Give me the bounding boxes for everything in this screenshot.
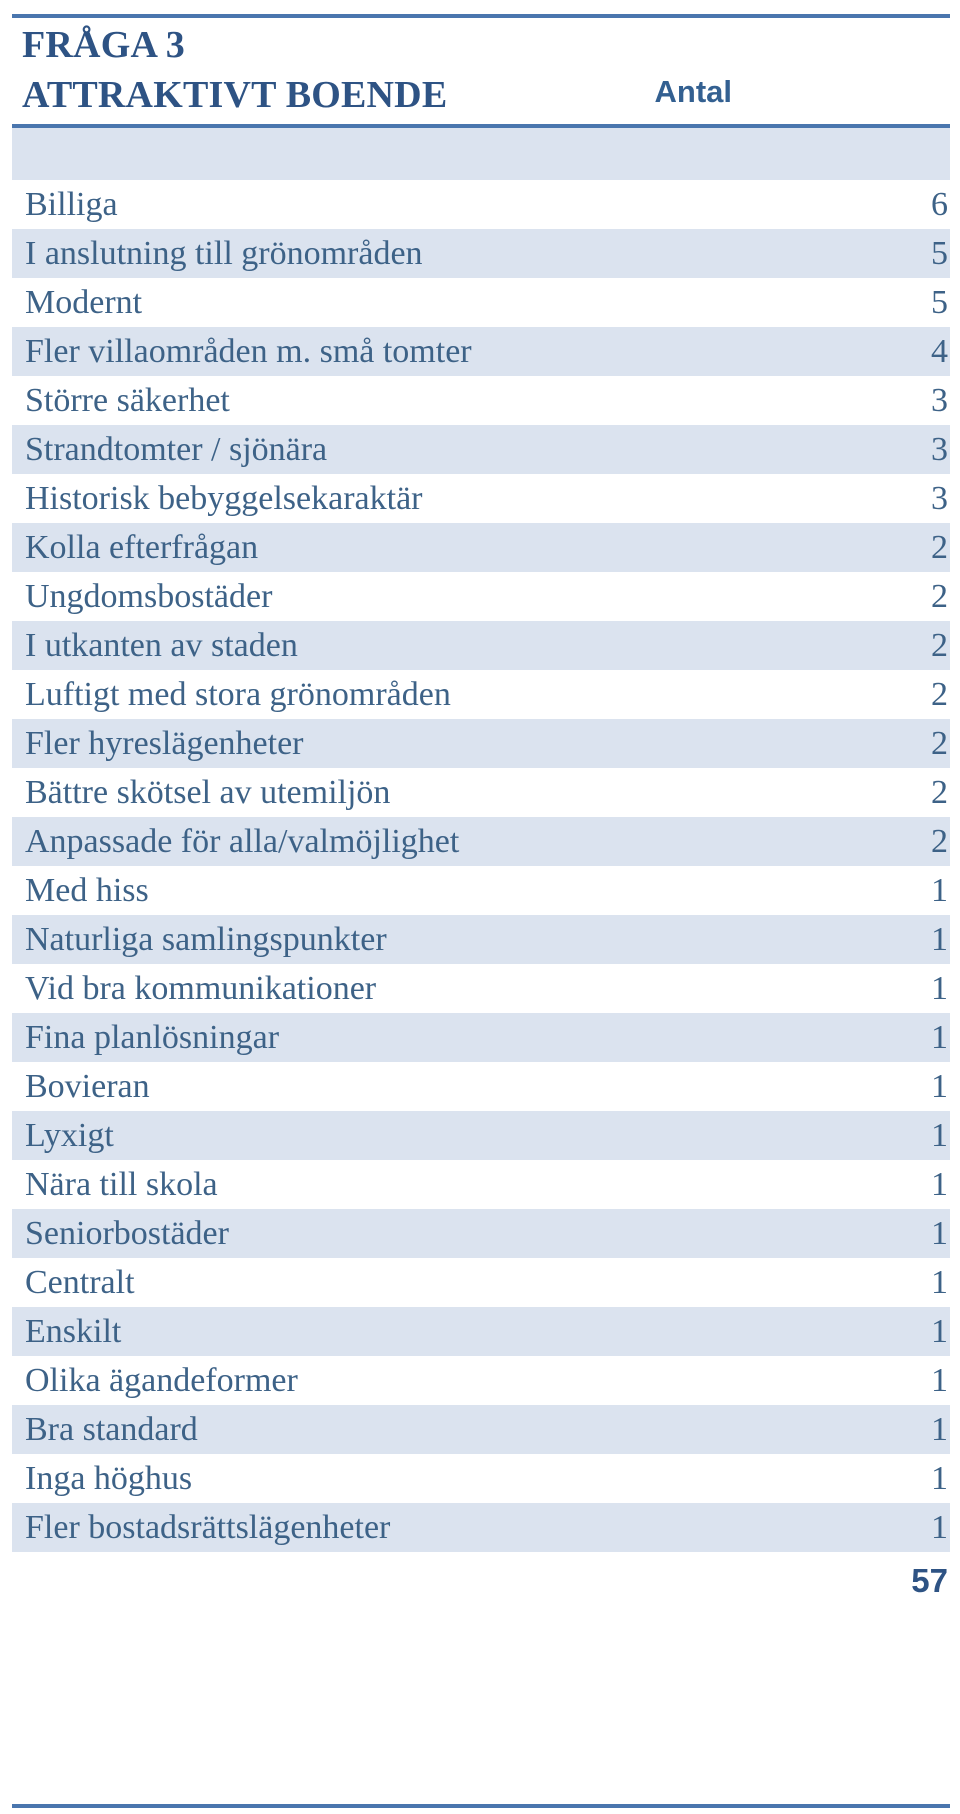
table-row: Kolla efterfrågan 2: [12, 523, 950, 572]
table-top-rule: [12, 14, 950, 18]
table-row: Större säkerhet 3: [12, 376, 950, 425]
table-row-label: Vid bra kommunikationer: [25, 969, 377, 1007]
table-row-value: 1: [931, 1459, 948, 1497]
table-row-label: I utkanten av staden: [25, 626, 298, 664]
question-topic-title: ATTRAKTIVT BOENDE: [22, 74, 448, 116]
table-row: Med hiss 1: [12, 866, 950, 915]
table-row-value: 5: [931, 234, 948, 272]
table-row: Fler hyreslägenheter 2: [12, 719, 950, 768]
table-row: Anpassade för alla/valmöjlighet 2: [12, 817, 950, 866]
table-row-value: 1: [931, 1312, 948, 1350]
table-row: Historisk bebyggelsekaraktär 3: [12, 474, 950, 523]
table-row: Inga höghus 1: [12, 1454, 950, 1503]
table-row-label: Nära till skola: [25, 1165, 218, 1203]
table-row: Luftigt med stora grönområden 2: [12, 670, 950, 719]
table-row-value: 2: [931, 773, 948, 811]
table-row-value: 1: [931, 1263, 948, 1301]
table-row-label: Bättre skötsel av utemiljön: [25, 773, 391, 811]
table-row-label: Olika ägandeformer: [25, 1361, 298, 1399]
table-row-label: Seniorbostäder: [25, 1214, 229, 1252]
table-row-label: Fler villaområden m. små tomter: [25, 332, 472, 370]
table-row-value: 2: [931, 577, 948, 615]
table-row-label: Bra standard: [25, 1410, 198, 1448]
table-row: I utkanten av staden 2: [12, 621, 950, 670]
table-row: Bra standard 1: [12, 1405, 950, 1454]
table-row-value: 1: [931, 1165, 948, 1203]
table-row: Billiga 6: [12, 180, 950, 229]
table-header: FRÅGA 3 ATTRAKTIVT BOENDE Antal: [0, 20, 960, 124]
table-row: Fina planlösningar 1: [12, 1013, 950, 1062]
table-row-value: 1: [931, 1508, 948, 1546]
table-row-value: 1: [931, 920, 948, 958]
table-row-value: 2: [931, 626, 948, 664]
table-row-label: Kolla efterfrågan: [25, 528, 259, 566]
question-number-title: FRÅGA 3: [22, 24, 185, 66]
table-row-label: Anpassade för alla/valmöjlighet: [25, 822, 460, 860]
table-bottom-rule: [12, 1804, 950, 1808]
column-header-antal: Antal: [654, 74, 733, 109]
table-row-label: Ungdomsbostäder: [25, 577, 273, 615]
table-row-value: 6: [931, 185, 948, 223]
table-row-value: 1: [931, 1018, 948, 1056]
table-row: Bovieran 1: [12, 1062, 950, 1111]
table-row: Vid bra kommunikationer 1: [12, 964, 950, 1013]
table-row-label: Naturliga samlingspunkter: [25, 920, 387, 958]
table-row: Nära till skola 1: [12, 1160, 950, 1209]
table-row: Fler bostadsrättslägenheter 1: [12, 1503, 950, 1552]
table-row-value: 1: [931, 1116, 948, 1154]
table-row: Ungdomsbostäder 2: [12, 572, 950, 621]
table-row-label: Billiga: [25, 185, 118, 223]
table-row: I anslutning till grönområden 5: [12, 229, 950, 278]
table-row-value: 2: [931, 528, 948, 566]
table-spacer-row: [12, 128, 950, 180]
table-row-value: 3: [931, 430, 948, 468]
table-row-value: 1: [931, 1214, 948, 1252]
table-row-label: Med hiss: [25, 871, 149, 909]
table-row-label: Strandtomter / sjönära: [25, 430, 328, 468]
table-row-label: Fler bostadsrättslägenheter: [25, 1508, 391, 1546]
table-row-label: Större säkerhet: [25, 381, 230, 419]
table-body: Billiga 6 I anslutning till grönområden 5 Mo…: [12, 128, 950, 1610]
table-row: Modernt 5: [12, 278, 950, 327]
page-title: FRÅGA 3 ATTRAKTIVT BOENDE: [22, 20, 662, 120]
table-row: Seniorbostäder 1: [12, 1209, 950, 1258]
table-row: Fler villaområden m. små tomter 4: [12, 327, 950, 376]
table-row-value: 2: [931, 675, 948, 713]
table-row-label: Modernt: [25, 283, 143, 321]
question-result-table-page: FRÅGA 3 ATTRAKTIVT BOENDE Antal Billiga 6…: [0, 0, 960, 1814]
table-row-value: 5: [931, 283, 948, 321]
table-row-label: Luftigt med stora grönområden: [25, 675, 451, 713]
table-row-value: 2: [931, 822, 948, 860]
table-row: Olika ägandeformer 1: [12, 1356, 950, 1405]
table-row: Lyxigt 1: [12, 1111, 950, 1160]
table-row-label: Enskilt: [25, 1312, 122, 1350]
table-row-value: 2: [931, 724, 948, 762]
table-row-label: Centralt: [25, 1263, 135, 1301]
table-row-value: 1: [931, 969, 948, 1007]
table-row-value: 1: [931, 1410, 948, 1448]
table-row-value: 4: [931, 332, 948, 370]
table-row: Centralt 1: [12, 1258, 950, 1307]
table-row-value: 1: [931, 1361, 948, 1399]
table-row-value: 3: [931, 479, 948, 517]
table-row: Naturliga samlingspunkter 1: [12, 915, 950, 964]
table-row-label: Historisk bebyggelsekaraktär: [25, 479, 423, 517]
table-row: Bättre skötsel av utemiljön 2: [12, 768, 950, 817]
table-row-value: 1: [931, 1067, 948, 1105]
table-row-label: I anslutning till grönområden: [25, 234, 423, 272]
table-row: Strandtomter / sjönära 3: [12, 425, 950, 474]
table-row-value: 3: [931, 381, 948, 419]
table-row-label: Inga höghus: [25, 1459, 193, 1497]
table-row-label: Bovieran: [25, 1067, 150, 1105]
table-total-value: 57: [911, 1562, 948, 1599]
table-row-value: 1: [931, 871, 948, 909]
table-row-label: Fina planlösningar: [25, 1018, 280, 1056]
table-row-label: Lyxigt: [25, 1116, 114, 1154]
table-row-label: Fler hyreslägenheter: [25, 724, 304, 762]
table-row: Enskilt 1: [12, 1307, 950, 1356]
table-total-row: 57: [12, 1552, 950, 1610]
